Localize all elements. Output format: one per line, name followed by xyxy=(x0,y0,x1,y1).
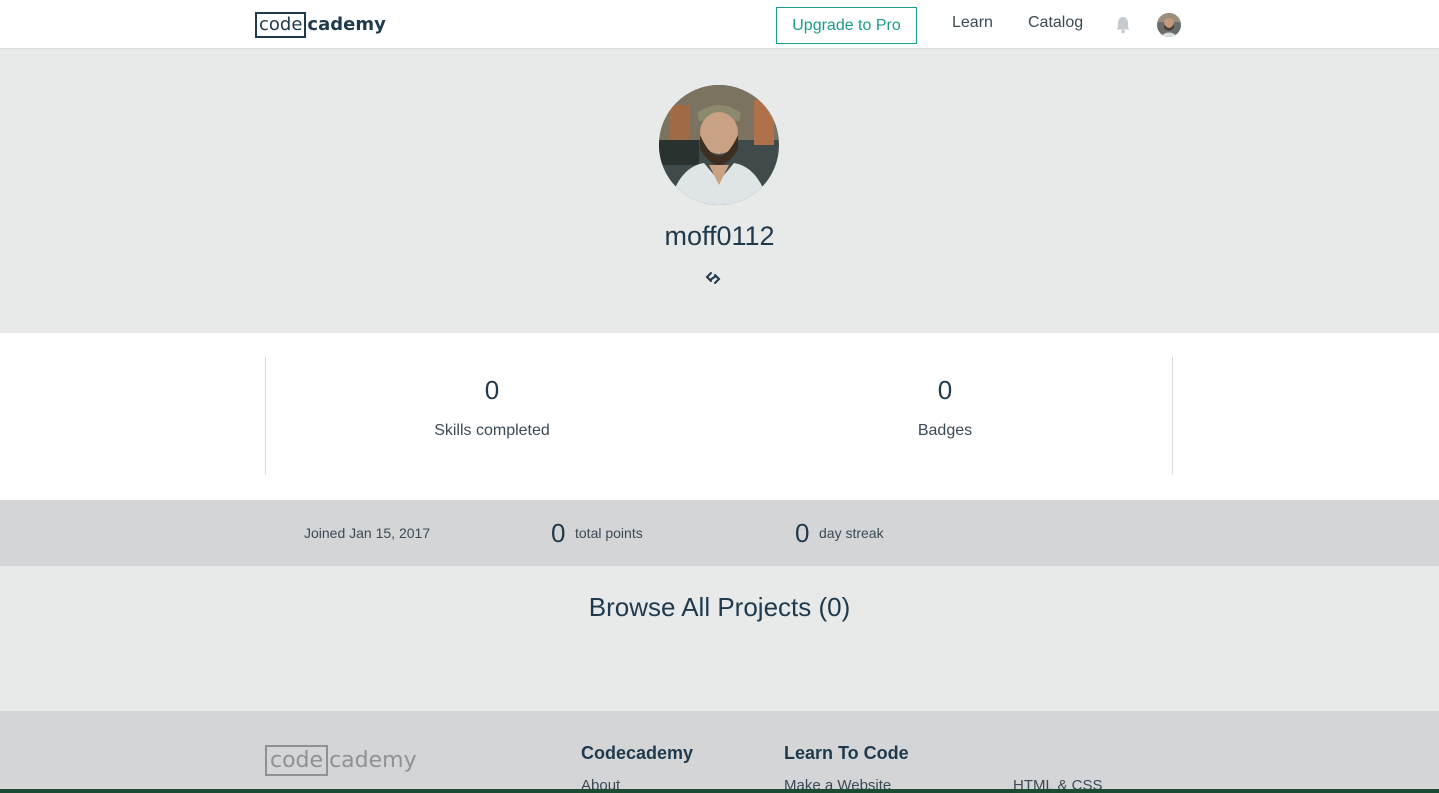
badges-label: Badges xyxy=(917,422,973,439)
avatar-image xyxy=(1157,13,1181,37)
logo-box-text: code xyxy=(255,12,307,38)
user-avatar-menu[interactable] xyxy=(1157,13,1181,37)
stats-divider-right xyxy=(1172,357,1173,474)
footer-heading-codecademy: Codecademy xyxy=(581,743,694,763)
site-footer: code cademy Codecademy Learn To Code Abo… xyxy=(0,711,1439,793)
total-points-label: total points xyxy=(575,525,643,541)
top-nav: code cademy Upgrade to Pro Learn Catalog xyxy=(0,0,1439,49)
upgrade-to-pro-button[interactable]: Upgrade to Pro xyxy=(776,7,917,44)
projects-section: Browse All Projects (0) xyxy=(0,566,1439,711)
stats-divider-left xyxy=(265,357,266,474)
profile-avatar xyxy=(659,85,779,205)
profile-hero: moff0112 xyxy=(0,49,1439,333)
day-streak-value: 0 xyxy=(795,518,810,548)
profile-info-bar: Joined Jan 15, 2017 0 total points 0 day… xyxy=(0,500,1439,566)
joined-date: Joined Jan 15, 2017 xyxy=(304,525,431,541)
bottom-edge-strip xyxy=(0,789,1439,793)
footer-logo[interactable]: code cademy xyxy=(265,745,417,776)
total-points-value: 0 xyxy=(551,518,566,548)
browse-projects-link[interactable]: Browse All Projects (0) xyxy=(0,592,1439,623)
skills-completed-count: 0 xyxy=(484,375,500,405)
codecademy-logo[interactable]: code cademy xyxy=(255,12,386,38)
link-icon[interactable] xyxy=(704,269,722,287)
badges-count: 0 xyxy=(937,375,953,405)
stats-panel: 0 Skills completed 0 Badges xyxy=(0,333,1439,500)
nav-catalog-link[interactable]: Catalog xyxy=(1028,14,1083,32)
profile-page: code cademy Upgrade to Pro Learn Catalog xyxy=(0,0,1439,793)
day-streak-label: day streak xyxy=(819,525,884,541)
bell-icon[interactable] xyxy=(1115,16,1131,34)
footer-logo-rest-text: cademy xyxy=(329,748,417,773)
logo-rest-text: cademy xyxy=(307,14,386,35)
profile-photo xyxy=(659,85,779,205)
skills-completed-label: Skills completed xyxy=(434,422,550,439)
nav-learn-link[interactable]: Learn xyxy=(952,14,993,32)
footer-logo-box-text: code xyxy=(265,745,329,776)
profile-username: moff0112 xyxy=(664,221,775,251)
footer-heading-learn-to-code: Learn To Code xyxy=(784,743,909,763)
